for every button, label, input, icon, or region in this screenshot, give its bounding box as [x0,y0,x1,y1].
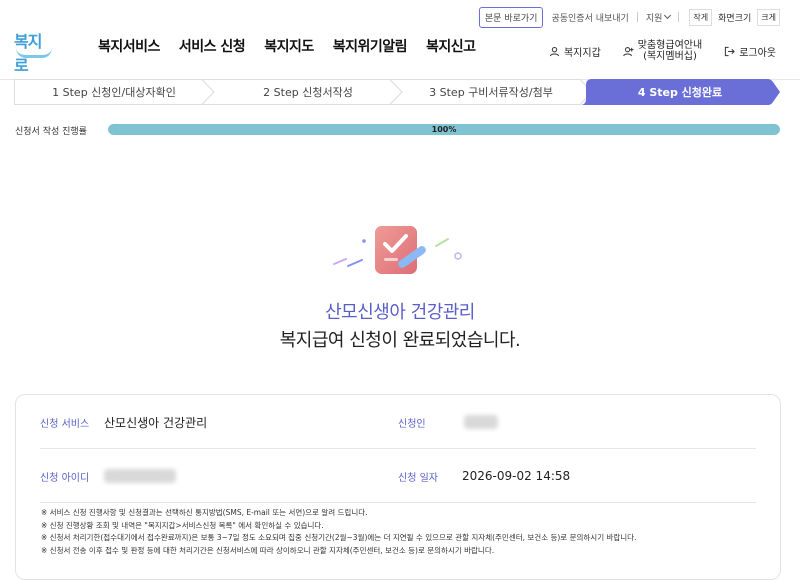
notice-list: ※ 서비스 신청 진행사항 및 신청결과는 선택하신 통지방법(SMS, E-m… [41,507,761,557]
main-nav: 복지서비스 서비스 신청 복지지도 복지위기알림 복지신고 [98,36,476,56]
logout-label: 로그아웃 [739,47,776,59]
notice-item: ※ 서비스 신청 진행사항 및 신청결과는 선택하신 통지방법(SMS, E-m… [41,508,368,517]
divider [636,12,638,22]
step-indicator: 1 Step 신청인/대상자확인 2 Step 신청서작성 3 Step 구비서… [14,79,780,105]
nav-welfare-map[interactable]: 복지지도 [264,36,314,56]
notice-item: ※ 신청서 처리기한(접수대기에서 접수완료까지)은 보통 3~7일 정도 소요… [41,533,637,542]
notice-item: ※ 신청서 전송 이후 접수 및 판정 등에 대한 처리기간은 신청서비스에 따… [41,545,495,555]
logo-smile-icon [16,48,52,58]
step-4-active: 4 Step 신청완료 [637,86,723,99]
notice-item: ※ 신청 진행상황 조회 및 내역은 "복지지갑>서비스신청 목록" 에서 확인… [41,520,324,530]
service-label: 신청 서비스 [40,418,90,430]
applicant-value-redacted [462,395,498,449]
divider [678,12,680,22]
step-2: 2 Step 신청서작성 [263,86,353,99]
benefit-guide-line1: 맞춤형급여안내 [637,40,703,51]
service-value: 산모신생아 건강관리 [104,415,208,430]
progress-percent: 100% [431,125,457,134]
date-value: 2026-09-02 14:58 [462,469,571,483]
benefit-guide-link[interactable]: 맞춤형급여안내 (복지멤버십) [623,40,702,62]
chevron-down-icon [664,11,672,20]
clipboard-check-icon [333,226,462,274]
support-dropdown[interactable]: 지원 [645,11,672,24]
progress-label: 신청서 작성 진행률 [15,127,87,137]
font-size-small-button[interactable]: 작게 [689,8,713,26]
nav-welfare-service[interactable]: 복지서비스 [98,36,160,56]
nav-service-apply[interactable]: 서비스 신청 [179,36,246,56]
nav-welfare-report[interactable]: 복지신고 [426,36,476,56]
progress-bar: 100% [108,124,780,135]
site-logo[interactable]: 복지로 [14,28,54,75]
result-message: 복지급여 신청이 완료되었습니다. [279,330,521,351]
benefit-guide-label: 맞춤형급여안내 (복지멤버십) [638,40,702,62]
cert-export-link[interactable]: 공동인증서 내보내기 [551,11,628,24]
date-label: 신청 일자 [398,472,438,484]
skip-to-content-link[interactable]: 본문 바로가기 [478,6,544,28]
step-3: 3 Step 구비서류작성/첨부 [429,86,553,99]
font-size-large-button[interactable]: 크게 [757,8,780,26]
wallet-link[interactable]: 복지지갑 [549,44,601,59]
nav-crisis-alert[interactable]: 복지위기알림 [333,36,408,56]
logout-link[interactable]: 로그아웃 [724,44,776,59]
font-size-label: 화면크기 [718,13,752,24]
progress-fill: 100% [108,124,780,135]
application-info-card: 신청 서비스 산모신생아 건강관리 신청인 신청 아이디 신청 일자 2026-… [15,394,781,580]
user-plus-icon [623,46,634,56]
benefit-guide-line2: (복지멤버십) [643,51,697,62]
user-icon [549,46,560,56]
step-1: 1 Step 신청인/대상자확인 [52,86,176,99]
wallet-label: 복지지갑 [563,47,601,59]
info-row: 신청 아이디 신청 일자 2026-09-02 14:58 [40,449,756,503]
logout-icon [725,46,735,56]
id-label: 신청 아이디 [40,472,90,484]
site-header: 복지로 복지서비스 서비스 신청 복지지도 복지위기알림 복지신고 본문 바로가… [0,0,800,80]
user-menu: 복지지갑 맞춤형급여안내 (복지멤버십) 로그아웃 [549,40,776,62]
info-row: 신청 서비스 산모신생아 건강관리 신청인 [40,395,756,449]
result-service-name: 산모신생아 건강관리 [325,302,475,323]
utility-bar: 본문 바로가기 공동인증서 내보내기 지원 작게 화면크기 크게 [478,6,780,28]
applicant-label: 신청인 [398,418,426,430]
id-value-redacted [104,449,176,503]
support-label: 지원 [645,13,663,24]
